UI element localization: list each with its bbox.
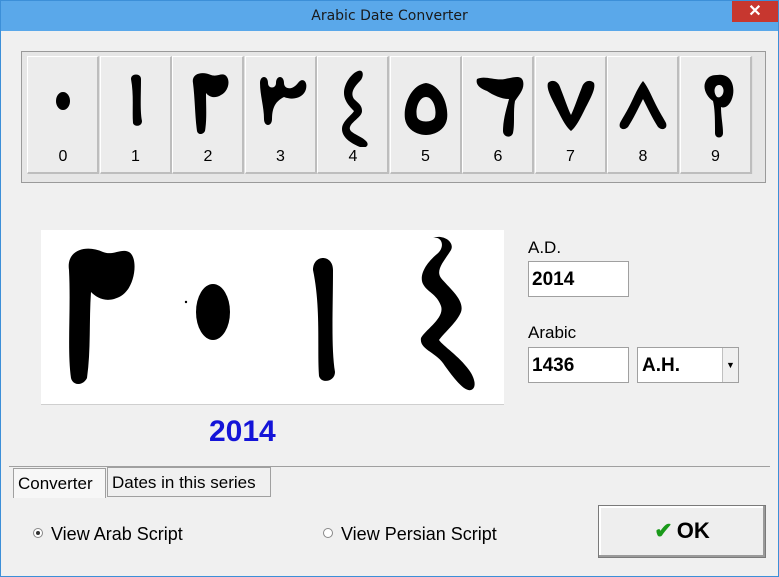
digit-strip: 0 1 2 3 4 5 6 7 8 9: [27, 56, 753, 174]
arabic-label: Arabic: [528, 323, 577, 342]
era-select-value: A.H.: [642, 355, 680, 376]
close-icon: ✕: [748, 3, 762, 20]
chevron-down-icon[interactable]: ▼: [722, 348, 738, 382]
digit-cell-0[interactable]: 0: [27, 56, 99, 174]
arabic-digit-0-glyph: [196, 284, 230, 340]
digit-cell-8[interactable]: 8: [607, 56, 679, 174]
tab-converter[interactable]: Converter: [13, 468, 106, 498]
digit-cell-2[interactable]: 2: [172, 56, 244, 174]
arabic-digit-6-glyph: [463, 61, 533, 147]
arabic-year-input[interactable]: 1436: [528, 347, 629, 383]
arabic-digit-4-glyph: [318, 61, 388, 148]
persian-script-option[interactable]: View Persian Script: [323, 524, 497, 545]
digit-cell-9[interactable]: 9: [679, 56, 752, 174]
close-button[interactable]: ✕: [732, 1, 778, 22]
digit-label: 8: [638, 148, 648, 165]
arabic-digit-2-glyph: [68, 248, 135, 384]
arabic-digit-8-glyph: [608, 61, 678, 147]
digit-reference-panel: 0 1 2 3 4 5 6 7 8 9: [21, 51, 766, 183]
converted-year: 2014: [209, 415, 276, 448]
digit-cell-5[interactable]: 5: [389, 56, 462, 174]
arab-script-label: View Arab Script: [51, 524, 183, 544]
arabic-date-display: [41, 230, 504, 405]
arabic-digit-7-glyph: [536, 61, 606, 147]
app-window: Arabic Date Converter ✕ 0 1 2 3 4 5 6 7 8 9 2014 …: [0, 0, 779, 577]
digit-cell-3[interactable]: 3: [244, 56, 317, 174]
arabic-digit-9-glyph: [681, 61, 751, 147]
arabic-digit-2-glyph: [173, 61, 243, 147]
tab-dates-in-series[interactable]: Dates in this series: [107, 467, 271, 497]
arabic-date-glyphs: [68, 236, 475, 391]
digit-cell-4[interactable]: 4: [317, 56, 389, 174]
digit-cell-1[interactable]: 1: [99, 56, 172, 174]
ok-button[interactable]: ✔ OK: [598, 505, 766, 558]
tab-converter-label: Converter: [18, 474, 93, 493]
ad-year-input[interactable]: 2014: [528, 261, 629, 297]
persian-script-label: View Persian Script: [341, 524, 497, 544]
ok-button-label: OK: [676, 518, 710, 543]
arabic-digit-0-glyph: [28, 61, 98, 147]
digit-label: 1: [131, 148, 140, 165]
digit-label: 7: [566, 148, 575, 165]
arabic-digit-4-glyph: [420, 236, 475, 391]
client-area: 0 1 2 3 4 5 6 7 8 9 2014 A.D. 2014 Arabic 1436 A.…: [9, 31, 770, 570]
persian-script-radio[interactable]: [323, 528, 333, 539]
arab-script-option[interactable]: View Arab Script: [33, 524, 183, 545]
digit-label: 4: [348, 148, 358, 165]
digit-label: 2: [203, 148, 213, 165]
era-select[interactable]: A.H. ▼: [637, 347, 739, 383]
window-title: Arabic Date Converter: [311, 8, 468, 24]
arabic-digit-1-glyph: [101, 61, 171, 147]
arab-script-radio[interactable]: [33, 528, 43, 539]
check-icon: ✔: [654, 518, 673, 543]
digit-label: 0: [58, 148, 68, 165]
digit-label: 5: [421, 148, 430, 165]
digit-label: 3: [276, 148, 285, 165]
arabic-digit-3-glyph: [246, 61, 316, 147]
title-bar[interactable]: Arabic Date Converter ✕: [1, 1, 778, 31]
ad-label: A.D.: [528, 238, 562, 257]
digit-cell-6[interactable]: 6: [462, 56, 534, 174]
digit-cell-7[interactable]: 7: [534, 56, 607, 174]
arabic-digit-5-glyph: [391, 61, 461, 147]
arabic-digit-1-glyph: [313, 258, 335, 381]
digit-label: 6: [493, 148, 503, 165]
digit-label: 9: [711, 148, 720, 165]
tab-dates-in-series-label: Dates in this series: [112, 473, 256, 492]
